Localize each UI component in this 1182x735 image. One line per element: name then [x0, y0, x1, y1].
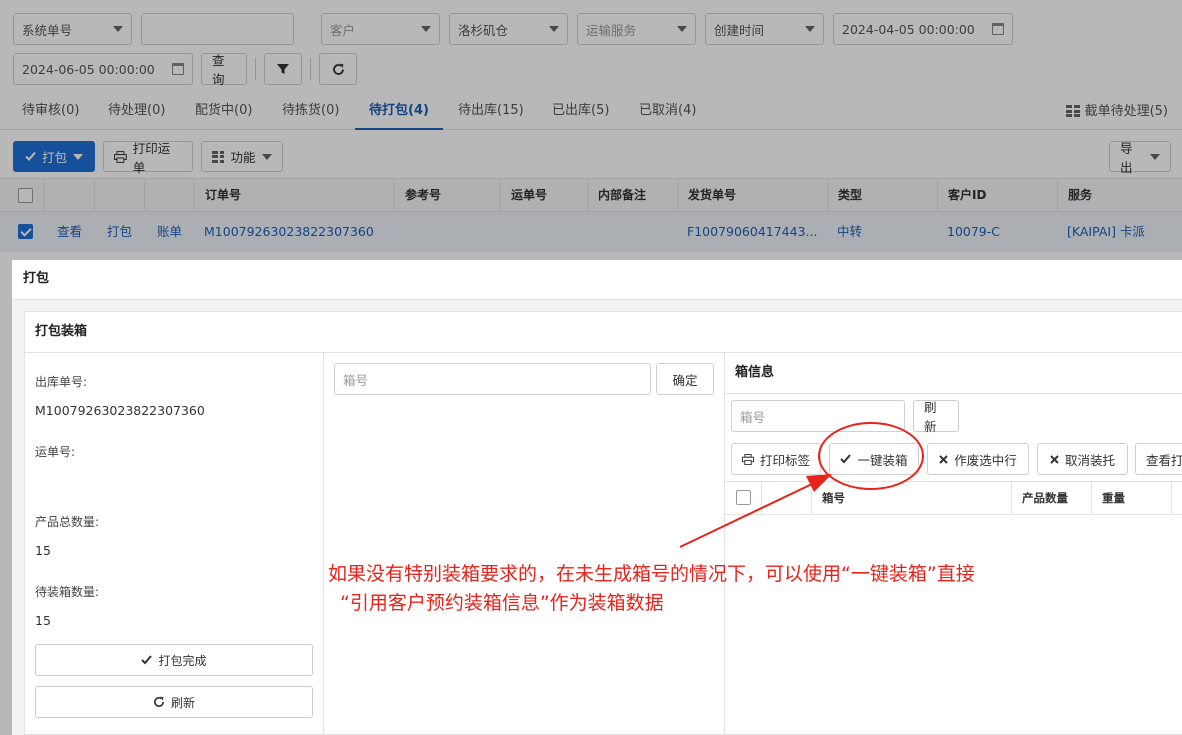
annotation-text-line1: 如果没有特别装箱要求的，在未生成箱号的情况下，可以使用“一键装箱”直接 [328, 563, 975, 585]
refresh-button[interactable]: 刷新 [35, 686, 313, 718]
total-qty-label: 产品总数量: [35, 515, 100, 529]
box-info-column: 箱信息 箱号 刷新 打印标签 一键装箱 作废选中行 取消装托 查看打 箱号 产品… [725, 353, 1182, 735]
pending-qty-label: 待装箱数量: [35, 585, 100, 599]
modal-backdrop [0, 0, 1182, 260]
col-product-qty: 产品数量 [1011, 482, 1091, 514]
modal-body: 打包装箱 出库单号: M10079263023822307360 运单号: 产品… [12, 300, 1182, 735]
box-table-header: 箱号 产品数量 重量 [725, 481, 1182, 515]
col-box-no: 箱号 [811, 482, 1011, 514]
box-info-title: 箱信息 [725, 353, 1182, 394]
box-scan-column: 箱号 确定 [324, 353, 725, 735]
view-print-button[interactable]: 查看打 [1135, 443, 1182, 475]
close-icon [939, 454, 948, 464]
print-label-button[interactable]: 打印标签 [731, 443, 821, 475]
waybill-label: 运单号: [35, 445, 76, 459]
col-weight: 重量 [1091, 482, 1171, 514]
pack-modal: 打包 打包装箱 出库单号: M10079263023822307360 运单号:… [12, 260, 1182, 735]
void-selected-button[interactable]: 作废选中行 [927, 443, 1029, 475]
box-no-input[interactable]: 箱号 [334, 363, 651, 395]
cancel-pallet-button[interactable]: 取消装托 [1037, 443, 1128, 475]
pack-finish-button[interactable]: 打包完成 [35, 644, 313, 676]
annotation-text-line2: “引用客户预约装箱信息”作为装箱数据 [340, 592, 664, 614]
close-icon [1050, 454, 1059, 464]
confirm-button[interactable]: 确定 [656, 363, 714, 395]
modal-title: 打包 [12, 260, 1182, 300]
total-qty-value: 15 [35, 543, 51, 558]
outbound-no-label: 出库单号: [35, 375, 88, 389]
refresh-icon [154, 696, 164, 707]
printer-icon [742, 453, 754, 465]
modal-backdrop [0, 260, 12, 735]
outbound-info-column: 出库单号: M10079263023822307360 运单号: 产品总数量: … [25, 353, 324, 735]
box-select-all-checkbox[interactable] [736, 490, 751, 505]
highlight-ring [818, 422, 924, 490]
pack-box-panel: 打包装箱 出库单号: M10079263023822307360 运单号: 产品… [24, 311, 1182, 735]
box-refresh-button[interactable]: 刷新 [913, 400, 959, 434]
panel-title: 打包装箱 [25, 312, 1182, 353]
outbound-no-value: M10079263023822307360 [35, 403, 205, 418]
check-icon [141, 655, 153, 665]
pending-qty-value: 15 [35, 613, 51, 628]
